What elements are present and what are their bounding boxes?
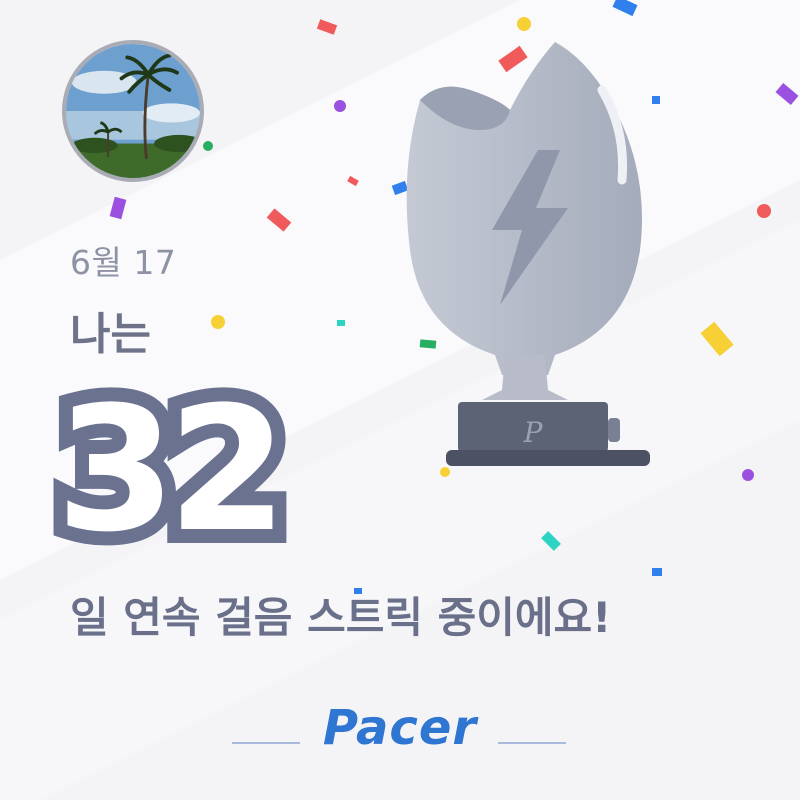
- confetti-piece: [742, 469, 754, 481]
- base-mark: P: [523, 416, 544, 449]
- trophy-icon: P: [406, 42, 650, 466]
- confetti-piece: [652, 568, 662, 576]
- confetti-piece: [541, 531, 561, 551]
- confetti-piece: [316, 19, 338, 35]
- confetti-piece: [203, 141, 213, 151]
- confetti-piece: [211, 315, 225, 329]
- palm-tree-photo: [66, 44, 200, 178]
- confetti-piece: [612, 0, 638, 17]
- confetti-piece: [757, 204, 771, 218]
- confetti-piece: [347, 175, 359, 187]
- pacer-logo: Pacer: [322, 700, 478, 756]
- confetti-piece: [334, 100, 346, 112]
- brand-footer: Pacer: [0, 700, 800, 780]
- streak-prefix: 나는: [70, 309, 151, 360]
- confetti-piece: [109, 196, 127, 220]
- avatar: [62, 40, 204, 182]
- confetti-piece: [517, 17, 531, 31]
- streak-days-count: 32: [42, 369, 301, 570]
- streak-suffix: 일 연속 걸음 스트릭 중이에요!: [70, 593, 612, 642]
- confetti-piece: [337, 320, 345, 326]
- confetti-piece: [266, 208, 292, 232]
- confetti-piece: [700, 321, 734, 357]
- divider-right: [498, 742, 566, 744]
- divider-left: [232, 742, 300, 744]
- confetti-piece: [775, 82, 799, 106]
- date-label: 6월 17: [70, 243, 177, 282]
